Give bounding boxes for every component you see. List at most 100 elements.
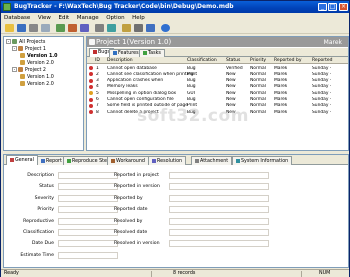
steps-icon bbox=[67, 158, 71, 163]
col-status[interactable]: Status bbox=[226, 58, 240, 63]
col-classification[interactable]: Classification bbox=[187, 58, 217, 63]
print-icon[interactable] bbox=[29, 24, 38, 32]
cell-description: Memory leaks bbox=[107, 84, 138, 90]
project-tree[interactable]: - All Projects - Project 1 Version 1.0 Ver… bbox=[3, 36, 84, 151]
menu-edit[interactable]: Edit bbox=[56, 13, 73, 21]
settings-icon[interactable] bbox=[95, 24, 104, 32]
cell-status: New bbox=[226, 90, 236, 96]
tab-system-information[interactable]: System Information bbox=[232, 156, 293, 165]
field-label: Date Due bbox=[31, 241, 54, 247]
cell-description: Cannot see classification when printing bbox=[107, 71, 194, 77]
chart-icon[interactable] bbox=[146, 24, 155, 32]
open-icon[interactable] bbox=[5, 24, 14, 32]
menu-option[interactable]: Option bbox=[103, 13, 127, 21]
collapse-icon[interactable]: - bbox=[12, 46, 17, 51]
col-id[interactable]: ID bbox=[95, 58, 100, 63]
cell-id: 8 bbox=[96, 109, 99, 115]
tab-features[interactable]: Features bbox=[109, 49, 143, 57]
tab-attachment[interactable]: Attachment bbox=[191, 156, 233, 165]
help-icon[interactable] bbox=[161, 24, 170, 32]
refresh-icon[interactable] bbox=[107, 24, 116, 32]
watermark: soft32.com bbox=[137, 106, 249, 126]
cell-classification: Bug bbox=[187, 97, 196, 102]
tab-report[interactable]: Report bbox=[37, 156, 66, 165]
tab-general[interactable]: General bbox=[6, 155, 38, 165]
col-priority[interactable]: Priority bbox=[250, 58, 266, 63]
tree-project-1[interactable]: - Project 1 bbox=[12, 46, 46, 53]
field-label: Classification bbox=[22, 230, 54, 235]
report-icon bbox=[41, 158, 45, 163]
cell-status: New bbox=[226, 71, 236, 77]
toolbar bbox=[1, 22, 349, 34]
tab-workaround[interactable]: Workaround bbox=[107, 156, 149, 165]
field-input[interactable] bbox=[58, 240, 118, 248]
minimize-button[interactable]: _ bbox=[318, 3, 327, 11]
field-input[interactable] bbox=[169, 172, 269, 179]
col-reported[interactable]: Reported bbox=[312, 58, 333, 63]
cell-description: Misspelling in option dialog box bbox=[107, 90, 177, 96]
cell-priority: Normal bbox=[250, 78, 266, 84]
field-input[interactable] bbox=[169, 229, 269, 236]
tab-tasks[interactable]: Tasks bbox=[139, 49, 165, 57]
bug-status-icon bbox=[89, 91, 93, 96]
cell-priority: Normal bbox=[250, 109, 266, 115]
field-input[interactable] bbox=[169, 217, 269, 225]
filter-icon[interactable] bbox=[56, 24, 65, 32]
cell-priority: Normal bbox=[250, 103, 266, 109]
field-input[interactable] bbox=[58, 206, 118, 214]
find-icon[interactable] bbox=[80, 24, 89, 32]
maximize-button[interactable]: □ bbox=[328, 3, 337, 11]
cell-classification: Bug bbox=[187, 84, 196, 90]
tree-version[interactable]: Version 1.0 bbox=[20, 74, 54, 81]
save-icon[interactable] bbox=[17, 24, 26, 32]
preview-icon[interactable] bbox=[41, 24, 50, 32]
tree-version[interactable]: Version 2.0 bbox=[20, 81, 54, 88]
field-input[interactable] bbox=[169, 240, 269, 248]
tree-version-selected[interactable]: Version 1.0 bbox=[20, 53, 57, 60]
menu-view[interactable]: View bbox=[35, 13, 54, 21]
report-icon[interactable] bbox=[122, 24, 131, 32]
bug-status-icon bbox=[89, 66, 93, 70]
bug-status-icon bbox=[89, 84, 93, 89]
field-input[interactable] bbox=[58, 183, 118, 191]
menu-help[interactable]: Help bbox=[129, 13, 148, 21]
tab-resolution[interactable]: Resolution bbox=[148, 156, 187, 165]
field-input[interactable] bbox=[58, 172, 118, 179]
cell-id: 6 bbox=[96, 97, 99, 102]
col-reported-by[interactable]: Reported by bbox=[274, 58, 302, 63]
field-label: Reported in project bbox=[114, 173, 159, 178]
cell-description: Cannot open database bbox=[107, 65, 157, 71]
collapse-icon[interactable]: - bbox=[6, 39, 11, 44]
menu-manage[interactable]: Manage bbox=[74, 13, 102, 21]
field-label: Status bbox=[39, 184, 54, 190]
field-input[interactable] bbox=[58, 194, 118, 202]
status-separator bbox=[301, 271, 302, 277]
tree-version[interactable]: Version 2.0 bbox=[20, 60, 54, 67]
cell-id: 5 bbox=[96, 90, 99, 96]
item-tabs: Bugs Features Tasks bbox=[87, 48, 348, 57]
tools-icon[interactable] bbox=[134, 24, 143, 32]
field-input[interactable] bbox=[58, 217, 118, 225]
num-lock-indicator: NUM bbox=[319, 271, 331, 276]
field-input[interactable] bbox=[58, 229, 118, 236]
tree-root[interactable]: - All Projects bbox=[6, 39, 45, 46]
col-description[interactable]: Description bbox=[107, 58, 133, 63]
project-icon bbox=[18, 46, 23, 51]
search-icon[interactable] bbox=[68, 24, 77, 32]
close-button[interactable]: × bbox=[339, 3, 348, 11]
project-header-title: Project 1(Version 1.0) bbox=[96, 38, 172, 46]
field-input[interactable] bbox=[169, 194, 269, 202]
field-input[interactable] bbox=[169, 183, 269, 191]
tree-project-2[interactable]: - Project 2 bbox=[12, 67, 46, 74]
title-bar[interactable]: BugTracker - F:\WaxTech\Bug Tracker\Code… bbox=[1, 1, 349, 13]
menu-database[interactable]: Database bbox=[1, 13, 33, 21]
cell-status: New bbox=[226, 84, 236, 90]
field-input[interactable] bbox=[169, 206, 269, 214]
cell-reported: Sunday - bbox=[312, 78, 332, 84]
cell-id: 7 bbox=[96, 103, 99, 109]
field-input[interactable] bbox=[58, 251, 118, 259]
collapse-icon[interactable]: - bbox=[12, 67, 17, 72]
cell-priority: Normal bbox=[250, 90, 266, 96]
cell-reported-by: Marek bbox=[274, 103, 288, 109]
cell-reported-by: Marek bbox=[274, 65, 288, 71]
